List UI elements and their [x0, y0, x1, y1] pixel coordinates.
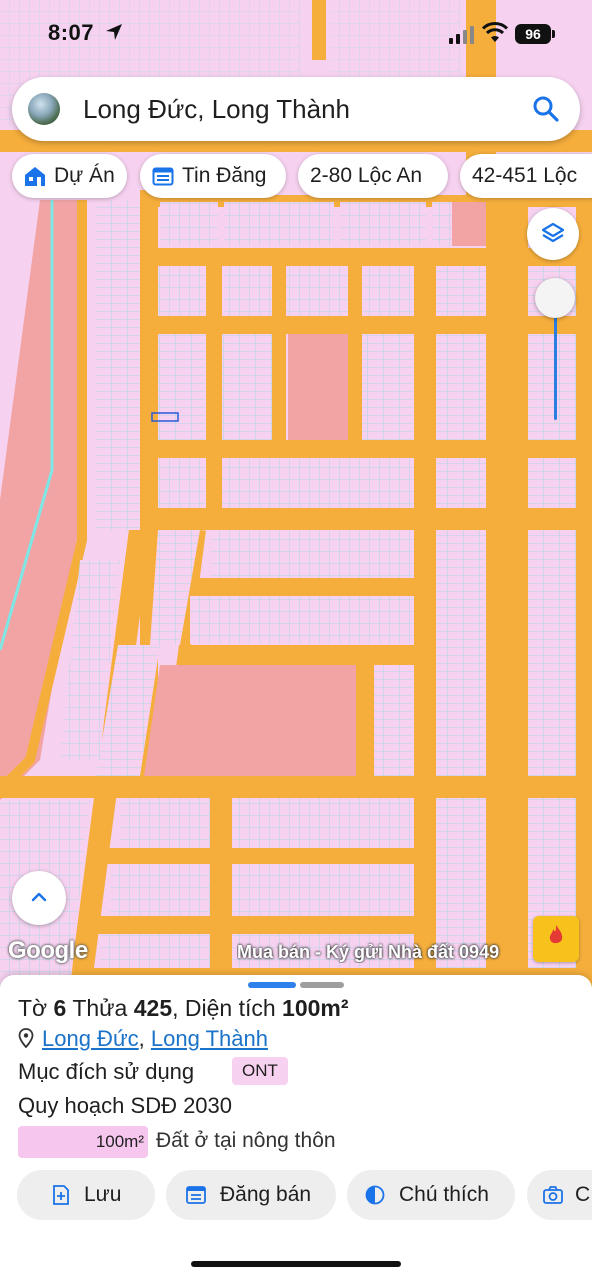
- area-value: 100m²: [282, 995, 349, 1021]
- parcel-title: Tờ 6 Thửa 425, Diện tích 100m²: [18, 995, 349, 1021]
- chip-label: Tin Đăng: [182, 164, 267, 187]
- chip-parcel-loc-an-1[interactable]: 2-80 Lộc An: [298, 154, 448, 198]
- map-view[interactable]: [0, 0, 592, 990]
- chevron-up-icon: [31, 892, 47, 902]
- chip-tin-dang[interactable]: Tin Đăng: [140, 154, 286, 198]
- parcel-info-sheet[interactable]: Tờ 6 Thửa 425, Diện tích 100m² Long Đức,…: [0, 975, 592, 1280]
- map-canvas[interactable]: [0, 0, 592, 990]
- home-indicator: [191, 1261, 401, 1267]
- area-label: Diện tích: [184, 995, 276, 1021]
- brand-logo-badge[interactable]: [533, 916, 579, 962]
- camera-icon: [543, 1186, 563, 1204]
- chip-du-an[interactable]: Dự Án: [12, 154, 127, 198]
- opacity-slider-track[interactable]: [554, 300, 557, 420]
- opacity-slider-knob[interactable]: [535, 278, 575, 318]
- chip-label: 2-80 Lộc An: [310, 164, 423, 187]
- plot-number: 425: [133, 995, 173, 1021]
- save-button[interactable]: Lưu: [17, 1170, 155, 1220]
- ward-link[interactable]: Long Đức: [42, 1026, 139, 1051]
- google-attribution: Google: [8, 937, 88, 964]
- post-listing-button[interactable]: Đăng bán: [166, 1170, 336, 1220]
- battery-tip: [552, 30, 555, 38]
- legend-swatch: 100m²: [18, 1126, 148, 1158]
- sheet-label: Tờ: [18, 995, 48, 1021]
- chip-label: Dự Án: [54, 164, 115, 187]
- post-listing-label: Đăng bán: [220, 1183, 312, 1206]
- layers-button[interactable]: [527, 208, 579, 260]
- search-icon[interactable]: [532, 95, 560, 123]
- status-time: 8:07: [48, 20, 95, 45]
- location-thumbnail[interactable]: [28, 93, 60, 125]
- parcel-address: Long Đức, Long Thành: [18, 1026, 268, 1052]
- save-label: Lưu: [84, 1183, 122, 1206]
- location-pin-icon: [18, 1028, 34, 1048]
- chip-parcel-loc-an-2[interactable]: 42-451 Lộc: [460, 154, 592, 198]
- search-query[interactable]: Long Đức, Long Thành: [83, 94, 350, 125]
- layers-icon: [541, 222, 565, 243]
- camera-button[interactable]: C: [527, 1170, 592, 1220]
- expand-up-button[interactable]: [12, 871, 66, 925]
- legend-button[interactable]: Chú thích: [347, 1170, 515, 1220]
- building-icon: [25, 167, 45, 186]
- search-bar[interactable]: Long Đức, Long Thành: [12, 77, 580, 141]
- location-arrow-icon: [106, 24, 122, 40]
- post-listing-icon: [186, 1186, 206, 1204]
- battery-level: 96: [515, 24, 551, 44]
- plan-title: Quy hoạch SDĐ 2030: [18, 1093, 233, 1118]
- contrast-icon: [365, 1185, 385, 1205]
- district-link[interactable]: Long Thành: [151, 1026, 268, 1051]
- sheet-handle-inactive[interactable]: [300, 982, 344, 988]
- sheet-handle-active[interactable]: [248, 982, 296, 988]
- legend-description: Đất ở tại nông thôn: [156, 1129, 336, 1152]
- wifi-icon: [482, 22, 508, 42]
- flame-logo-icon: [549, 925, 563, 944]
- chip-label: 42-451 Lộc: [472, 164, 578, 187]
- bookmark-add-icon: [53, 1185, 69, 1205]
- calendar-list-icon: [152, 167, 174, 186]
- map-watermark: Mua bán - Ký gửi Nhà đất 0949: [237, 942, 500, 962]
- sheet-number: 6: [53, 995, 67, 1021]
- action-buttons: Lưu Đăng bán Chú thích C: [0, 1170, 592, 1220]
- legend-label: Chú thích: [399, 1183, 489, 1206]
- status-bar: 8:07 96: [0, 0, 592, 66]
- camera-label: C: [575, 1183, 591, 1206]
- land-use-code-badge: ONT: [232, 1057, 288, 1085]
- filter-chips: Dự Án Tin Đăng 2-80 Lộc An 42-451 Lộc: [0, 154, 592, 198]
- plot-label: Thửa: [72, 995, 128, 1021]
- cellular-signal-icon: [449, 26, 474, 44]
- land-use-purpose-label: Mục đích sử dụng: [18, 1059, 195, 1084]
